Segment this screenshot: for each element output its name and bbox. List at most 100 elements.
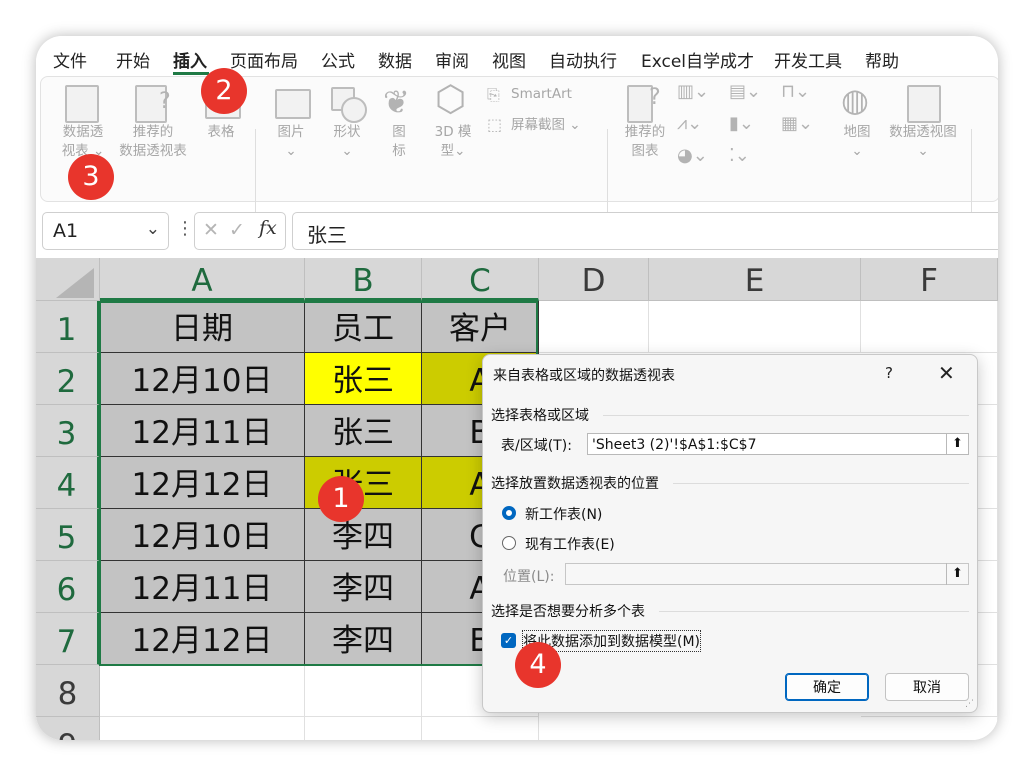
column-header-b[interactable]: B <box>305 258 422 301</box>
cell-c1[interactable]: 客户 <box>422 301 539 353</box>
data-model-checkbox[interactable]: ✓ <box>501 633 516 648</box>
cell-b8[interactable] <box>305 665 422 717</box>
menu-developer[interactable]: 开发工具 <box>774 47 842 72</box>
cell-a6[interactable]: 12月11日 <box>100 561 305 613</box>
cell-b5[interactable]: 李四 <box>305 509 422 561</box>
recommended-pivot-label: 推荐的 数据透视表 <box>119 124 187 159</box>
cell-a2[interactable]: 12月10日 <box>100 353 305 405</box>
row-header-4[interactable]: 4 <box>36 457 100 509</box>
insert-function-icon[interactable]: fx <box>259 217 277 239</box>
menu-data[interactable]: 数据 <box>378 47 412 72</box>
cancel-button[interactable]: 取消 <box>885 673 969 701</box>
maps-label: 地图 ⌄ <box>843 124 871 159</box>
collapse-dialog-icon[interactable]: ⬆ <box>946 563 968 585</box>
radio-existing-worksheet[interactable] <box>502 536 516 550</box>
ok-button[interactable]: 确定 <box>785 673 869 701</box>
cell-a1[interactable]: 日期 <box>100 301 305 353</box>
close-icon[interactable]: ✕ <box>938 361 955 385</box>
location-label: 位置(L): <box>503 569 555 585</box>
range-input[interactable]: 'Sheet3 (2)'!$A$1:$C$7 ⬆ <box>587 433 969 455</box>
menu-automate[interactable]: 自动执行 <box>549 47 617 72</box>
cell-a4[interactable]: 12月12日 <box>100 457 305 509</box>
menu-excel-zixue[interactable]: Excel自学成才 <box>641 47 754 72</box>
menu-formulas[interactable]: 公式 <box>321 47 355 72</box>
line-chart-icon[interactable]: ⩘⌄ <box>677 113 702 134</box>
location-input[interactable]: ⬆ <box>565 563 969 585</box>
cell-e1[interactable] <box>649 301 861 353</box>
formula-buttons: ✕ ✓ fx <box>194 212 286 250</box>
pie-chart-icon[interactable]: ◕⌄ <box>677 145 708 166</box>
range-label: 表/区域(T): <box>501 438 572 454</box>
row-header-7[interactable]: 7 <box>36 613 100 665</box>
enter-icon[interactable]: ✓ <box>229 219 245 241</box>
cell-b7[interactable]: 李四 <box>305 613 422 665</box>
menu-home[interactable]: 开始 <box>116 47 150 72</box>
cell-a5[interactable]: 12月10日 <box>100 509 305 561</box>
cell-f9[interactable] <box>861 717 998 740</box>
section-divider <box>659 611 969 612</box>
help-icon[interactable]: ? <box>885 364 893 382</box>
collapse-dialog-icon[interactable]: ⬆ <box>946 433 968 455</box>
menu-insert[interactable]: 插入 <box>173 47 207 72</box>
cell-f1[interactable] <box>861 301 998 353</box>
shapes-label: 形状 ⌄ <box>333 124 361 159</box>
annotation-badge-1: 1 <box>318 476 364 522</box>
column-header-f[interactable]: F <box>861 258 998 301</box>
icons-label: 图 标 <box>392 124 406 159</box>
cell-a8[interactable] <box>100 665 305 717</box>
cell-a9[interactable] <box>100 717 305 740</box>
new-worksheet-label[interactable]: 新工作表(N) <box>525 504 602 524</box>
excel-window: 文件 开始 插入 页面布局 公式 数据 审阅 视图 自动执行 Excel自学成才… <box>36 36 998 740</box>
row-header-9[interactable]: 9 <box>36 717 100 740</box>
row-header-5[interactable]: 5 <box>36 509 100 561</box>
resize-grip-icon[interactable]: ⋰ <box>965 699 974 709</box>
cell-b2[interactable]: 张三 <box>305 353 422 405</box>
scatter-chart-icon[interactable]: ⁚⌄ <box>729 145 750 166</box>
column-header-e[interactable]: E <box>649 258 861 301</box>
statistic-chart-icon[interactable]: ▮⌄ <box>729 113 754 134</box>
cell-d1[interactable] <box>539 301 649 353</box>
hierarchy-chart-icon[interactable]: ▤⌄ <box>729 81 761 102</box>
cancel-icon[interactable]: ✕ <box>203 219 219 241</box>
formula-input[interactable]: 张三 <box>292 212 998 250</box>
waterfall-chart-icon[interactable]: ⊓⌄ <box>781 81 810 102</box>
column-chart-icon[interactable]: ▥⌄ <box>677 81 709 102</box>
row-header-6[interactable]: 6 <box>36 561 100 613</box>
menu-help[interactable]: 帮助 <box>865 47 899 72</box>
row-header-2[interactable]: 2 <box>36 353 100 405</box>
combo-chart-icon[interactable]: ▦⌄ <box>781 113 813 134</box>
name-box[interactable]: A1 ⌄ <box>42 212 169 250</box>
cell-a3[interactable]: 12月11日 <box>100 405 305 457</box>
select-all-corner[interactable] <box>36 258 100 301</box>
column-header-a[interactable]: A <box>100 258 305 301</box>
pictures-label: 图片 ⌄ <box>277 124 305 159</box>
existing-worksheet-label[interactable]: 现有工作表(E) <box>525 534 615 554</box>
recommended-charts-label: 推荐的 图表 <box>624 124 666 159</box>
section-label-multiple-tables: 选择是否想要分析多个表 <box>491 604 645 620</box>
cell-c9[interactable] <box>422 717 539 740</box>
chevron-down-icon[interactable]: ⌄ <box>146 219 160 239</box>
radio-new-worksheet[interactable] <box>502 506 516 520</box>
cell-b3[interactable]: 张三 <box>305 405 422 457</box>
dialog-title: 来自表格或区域的数据透视表 <box>493 368 675 384</box>
section-label-range: 选择表格或区域 <box>491 408 589 424</box>
smartart-label: SmartArt <box>511 86 572 102</box>
table-label: 表格 <box>207 124 235 140</box>
cell-b9[interactable] <box>305 717 422 740</box>
row-header-8[interactable]: 8 <box>36 665 100 717</box>
column-header-d[interactable]: D <box>539 258 649 301</box>
section-label-location: 选择放置数据透视表的位置 <box>491 476 659 492</box>
menu-review[interactable]: 审阅 <box>435 47 469 72</box>
more-options-icon[interactable]: ⋮ <box>176 218 194 239</box>
cell-b1[interactable]: 员工 <box>305 301 422 353</box>
row-header-1[interactable]: 1 <box>36 301 100 353</box>
pivot-table-icon <box>65 85 99 123</box>
menu-page-layout[interactable]: 页面布局 <box>230 47 298 72</box>
row-header-3[interactable]: 3 <box>36 405 100 457</box>
cell-b6[interactable]: 李四 <box>305 561 422 613</box>
3d-models-label: 3D 模 型⌄ <box>434 124 472 159</box>
column-header-c[interactable]: C <box>422 258 539 301</box>
cell-a7[interactable]: 12月12日 <box>100 613 305 665</box>
menu-file[interactable]: 文件 <box>53 47 87 72</box>
menu-view[interactable]: 视图 <box>492 47 526 72</box>
